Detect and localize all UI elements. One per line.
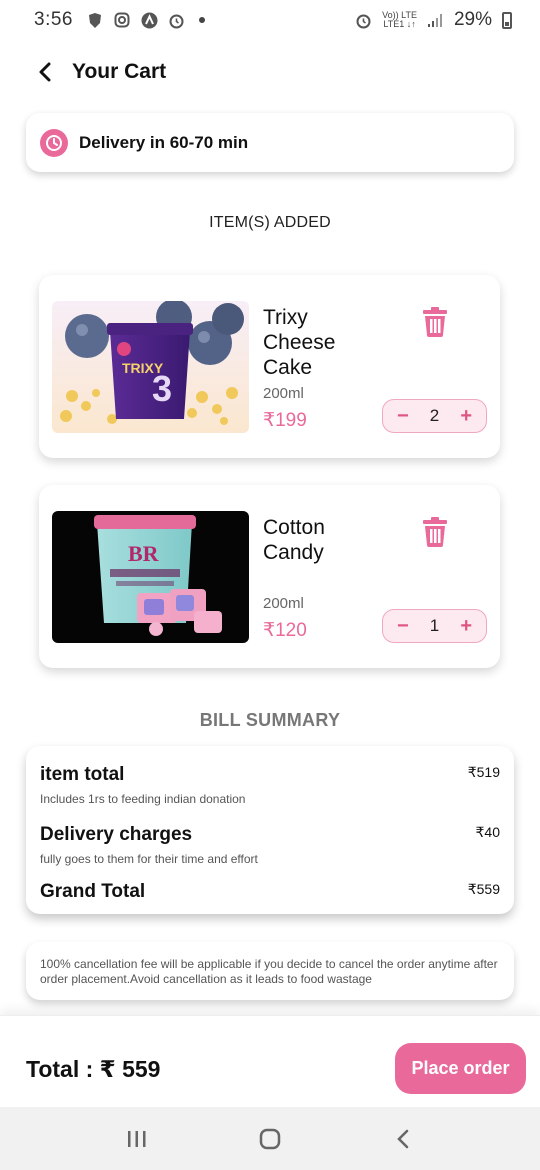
item-image-trixy: TRIXY 3	[52, 301, 249, 433]
brave-shield-icon	[87, 12, 104, 29]
item-name: Trixy Cheese Cake	[263, 306, 336, 379]
quantity-stepper: − 1 +	[382, 609, 487, 643]
item-name: Cotton Candy	[263, 516, 325, 564]
delete-item-button[interactable]	[421, 307, 449, 337]
page-title: Your Cart	[72, 60, 167, 83]
bill-row-item-total: item total Includes 1rs to feeding india…	[40, 764, 500, 806]
status-bar: 3:56 Vo)) LTE LTE1 ↓↑ 29%	[0, 0, 540, 40]
bill-summary-card: item total Includes 1rs to feeding india…	[26, 746, 514, 914]
battery-icon	[502, 11, 512, 29]
quantity-stepper: − 2 +	[382, 399, 487, 433]
decrement-button[interactable]: −	[397, 406, 409, 426]
item-price: ₹120	[263, 620, 307, 641]
item-image-cotton-candy: BR	[52, 511, 249, 643]
quantity-value: 1	[429, 616, 440, 635]
trash-icon	[423, 517, 447, 547]
svg-text:BR: BR	[128, 541, 160, 566]
bill-amount: ₹519	[467, 764, 500, 780]
home-button[interactable]	[250, 1119, 290, 1159]
delete-item-button[interactable]	[421, 517, 449, 547]
delivery-time-card: Delivery in 60-70 min	[26, 113, 514, 172]
system-back-button[interactable]	[383, 1119, 423, 1159]
recent-apps-icon	[127, 1130, 146, 1147]
chevron-left-icon	[39, 62, 51, 82]
signal-icon	[427, 12, 444, 29]
status-right: Vo)) LTE LTE1 ↓↑ 29%	[355, 9, 512, 31]
network-indicator: Vo)) LTE LTE1 ↓↑	[382, 11, 417, 29]
notification-dot	[198, 17, 205, 23]
recent-apps-button[interactable]	[117, 1119, 157, 1159]
instagram-icon	[114, 12, 131, 29]
bill-label: Grand Total	[40, 881, 146, 902]
bill-sublabel: Includes 1rs to feeding indian donation	[40, 792, 246, 806]
bill-sublabel: fully goes to them for their time and ef…	[40, 852, 258, 866]
bill-summary-heading: BILL SUMMARY	[199, 710, 341, 730]
back-button[interactable]	[30, 57, 60, 87]
checkout-footer: Total : ₹ 559 Place order	[0, 1015, 540, 1107]
bill-amount: ₹40	[475, 824, 500, 840]
battery-percent: 29%	[453, 9, 492, 30]
cart-item: TRIXY 3 Trixy Cheese Cake 200ml ₹199 − 2…	[39, 275, 500, 458]
items-heading: ITEM(S) ADDED	[209, 214, 331, 231]
bill-label: Delivery charges	[40, 824, 193, 845]
item-size: 200ml	[263, 595, 304, 612]
bill-row-delivery: Delivery charges fully goes to them for …	[40, 824, 500, 866]
trash-icon	[423, 307, 447, 337]
cancellation-note: 100% cancellation fee will be applicable…	[26, 942, 514, 1000]
bill-amount: ₹559	[467, 881, 500, 897]
bill-label: item total	[40, 764, 125, 785]
home-icon	[259, 1128, 281, 1149]
cart-header: Your Cart	[0, 52, 540, 92]
alarm-icon	[168, 12, 185, 29]
bill-row-grand-total: Grand Total ₹559	[40, 881, 500, 903]
item-size: 200ml	[263, 385, 304, 402]
clock-icon	[40, 128, 68, 157]
increment-button[interactable]: +	[460, 616, 472, 636]
cart-item: BR Cotton Candy 200ml ₹120 − 1 +	[39, 485, 500, 668]
increment-button[interactable]: +	[460, 406, 472, 426]
app-a-icon	[141, 12, 158, 29]
delivery-text: Delivery in 60-70 min	[79, 132, 249, 152]
net-bottom: LTE1 ↓↑	[383, 19, 416, 29]
status-time: 3:56	[34, 9, 73, 30]
item-price: ₹199	[263, 410, 307, 431]
system-nav-bar	[0, 1107, 540, 1170]
decrement-button[interactable]: −	[397, 616, 409, 636]
svg-text:3: 3	[152, 368, 172, 409]
place-order-button[interactable]: Place order	[395, 1043, 526, 1094]
alarm-status-icon	[355, 12, 372, 29]
quantity-value: 2	[429, 406, 440, 425]
cart-total: Total : ₹ 559	[26, 1056, 161, 1082]
chevron-left-icon	[397, 1129, 409, 1148]
status-left: 3:56	[34, 9, 205, 31]
